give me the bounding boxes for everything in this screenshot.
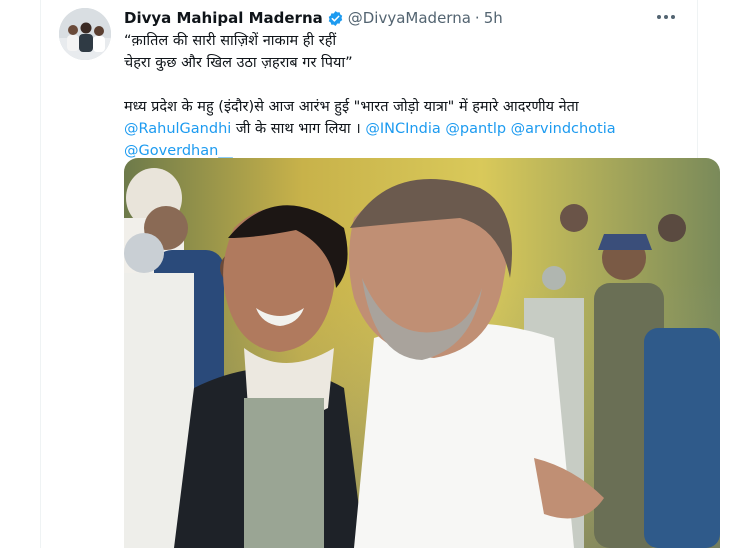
tweet-card: Divya Mahipal Maderna @DivyaMaderna · 5h… [40, 0, 720, 548]
text-line-2: चेहरा कुछ और खिल उठा ज़हराब गर पिया” [124, 55, 353, 71]
avatar[interactable] [59, 8, 111, 60]
mention-link-incindia[interactable]: @INCIndia [365, 121, 440, 137]
separator-dot: · [474, 9, 480, 27]
text-line-4: @RahulGandhi जी के साथ भाग लिया । @INCIn… [124, 118, 684, 140]
verified-badge-icon [327, 10, 344, 27]
user-handle[interactable]: @DivyaMaderna [348, 9, 471, 27]
mention-link-rahulgandhi[interactable]: @RahulGandhi [124, 121, 231, 137]
mention-link-goverdhan[interactable]: @Goverdhan__ [124, 143, 233, 159]
mention-link-pantlp[interactable]: @pantlp [441, 121, 506, 137]
more-horizontal-icon[interactable] [653, 6, 679, 28]
display-name[interactable]: Divya Mahipal Maderna [124, 9, 323, 27]
text-fragment: जी के साथ भाग लिया । [231, 121, 366, 137]
text-line-3: मध्य प्रदेश के महु (इंदौर)से आज आरंभ हुई… [124, 99, 579, 115]
mention-link-arvindchotia[interactable]: @arvindchotia [506, 121, 616, 137]
tweet-text: “क़ातिल की सारी साज़िशें नाकाम ही रहीं च… [124, 30, 684, 162]
tweet-photo[interactable] [124, 158, 720, 548]
timestamp[interactable]: 5h [484, 9, 503, 27]
tweet-header: Divya Mahipal Maderna @DivyaMaderna · 5h [124, 8, 503, 28]
text-line-1: “क़ातिल की सारी साज़िशें नाकाम ही रहीं [124, 33, 337, 49]
